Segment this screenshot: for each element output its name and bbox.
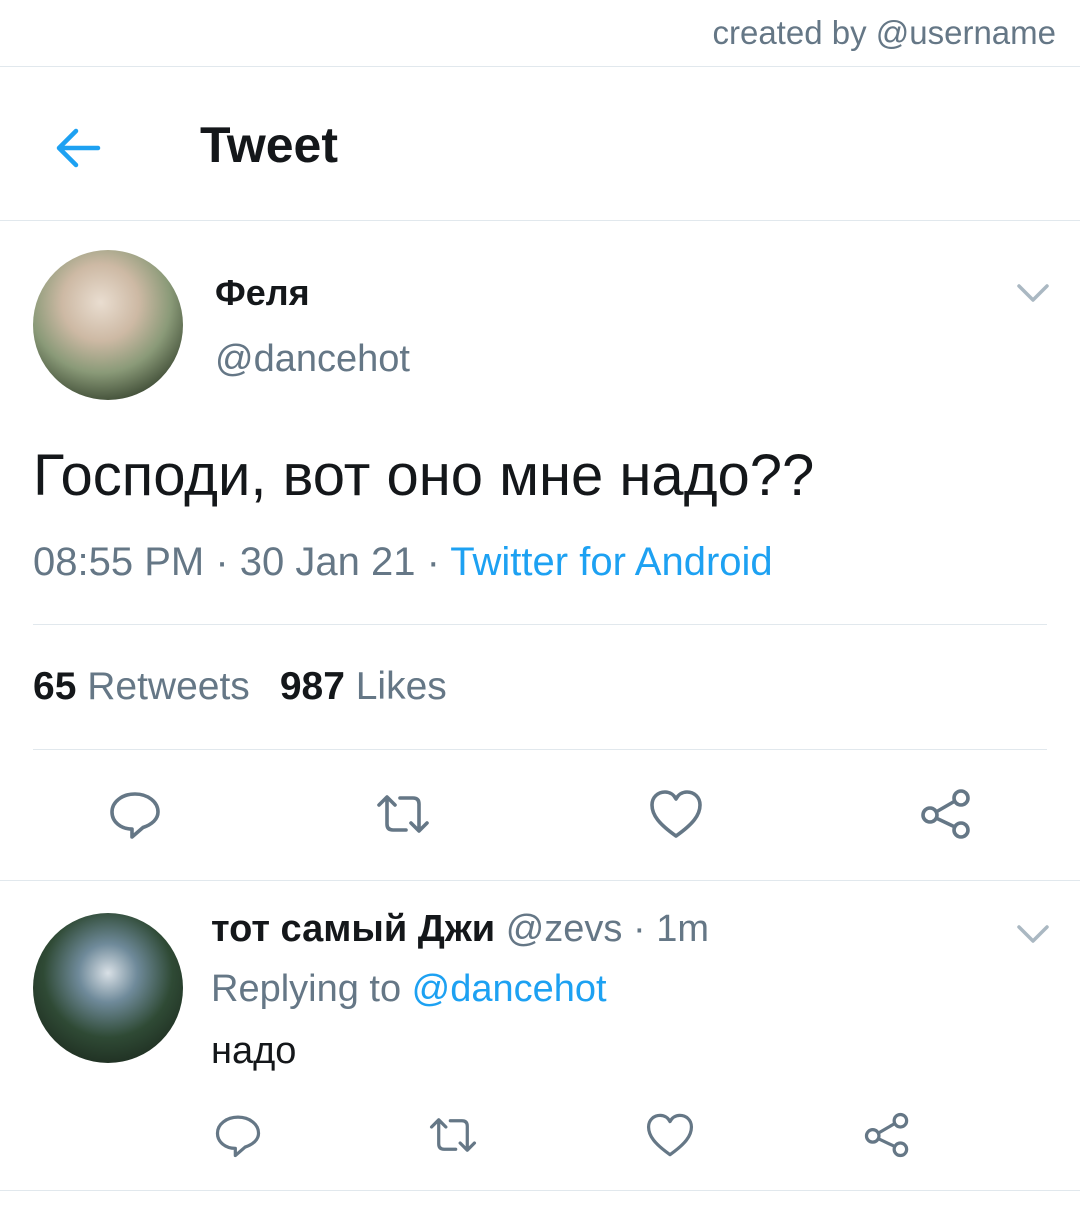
back-button[interactable] (50, 121, 104, 175)
share-button[interactable] (918, 786, 974, 842)
share-icon (921, 789, 970, 839)
retweet-icon (377, 795, 429, 833)
bottom-divider (0, 1190, 1080, 1191)
retweet-icon (429, 1118, 477, 1152)
reply-text: надо (211, 1030, 297, 1072)
reply-avatar[interactable] (33, 913, 183, 1063)
chevron-down-icon (1017, 925, 1049, 943)
retweets-count: 65 (33, 665, 77, 708)
tweet-meta: 08:55 PM · 30 Jan 21 · Twitter for Andro… (33, 540, 773, 585)
reply-time[interactable]: 1m (656, 908, 709, 950)
avatar[interactable] (33, 250, 183, 400)
replying-to-link[interactable]: @dancehot (412, 968, 607, 1010)
reply-header: тот самый Джи @zevs · 1m (211, 908, 709, 951)
likes-stat[interactable]: 987 Likes (280, 665, 447, 708)
reply-reply-button[interactable] (213, 1110, 263, 1160)
reply-button[interactable] (107, 786, 163, 842)
arrow-left-icon (56, 128, 101, 168)
reply-author-handle[interactable]: @zevs (506, 908, 623, 950)
likes-label: Likes (355, 665, 447, 708)
tweet-time: 08:55 PM (33, 540, 205, 584)
share-icon (864, 1112, 909, 1158)
reply-like-button[interactable] (645, 1110, 695, 1160)
stats-divider (33, 749, 1047, 750)
retweet-button[interactable] (375, 786, 431, 842)
credit-text: created by @username (712, 14, 1056, 51)
reply-retweet-button[interactable] (428, 1110, 478, 1160)
likes-count: 987 (279, 665, 345, 708)
tweet-divider (0, 880, 1080, 881)
like-button[interactable] (648, 786, 704, 842)
tweet-stats: 65 Retweets 987 Likes (33, 665, 447, 709)
more-options-button[interactable] (1016, 282, 1050, 304)
comment-bubble-icon (215, 1115, 261, 1158)
replying-label: Replying to (211, 968, 412, 1010)
reply-separator: · (622, 908, 657, 950)
retweets-stat[interactable]: 65 Retweets (33, 665, 250, 708)
author-handle[interactable]: @dancehot (215, 338, 410, 381)
author-name[interactable]: Феля (215, 272, 310, 314)
page-title: Tweet (200, 117, 338, 173)
replying-to: Replying to @dancehot (211, 968, 607, 1011)
reply-more-options-button[interactable] (1016, 923, 1050, 945)
top-divider (0, 66, 1080, 67)
reply-share-button[interactable] (862, 1110, 912, 1160)
tweet-source-link[interactable]: Twitter for Android (450, 540, 772, 584)
retweets-label: Retweets (87, 665, 250, 708)
comment-bubble-icon (110, 792, 160, 839)
reply-author-name[interactable]: тот самый Джи (211, 908, 495, 950)
heart-icon (646, 1113, 694, 1157)
tweet-text: Господи, вот оно мне надо?? (33, 443, 815, 508)
meta-separator: · (415, 540, 451, 584)
header-divider (0, 220, 1080, 221)
tweet-date: 30 Jan 21 (239, 540, 416, 584)
meta-separator: · (204, 540, 240, 584)
chevron-down-icon (1017, 284, 1049, 302)
heart-icon (650, 790, 702, 838)
meta-divider (33, 624, 1047, 625)
